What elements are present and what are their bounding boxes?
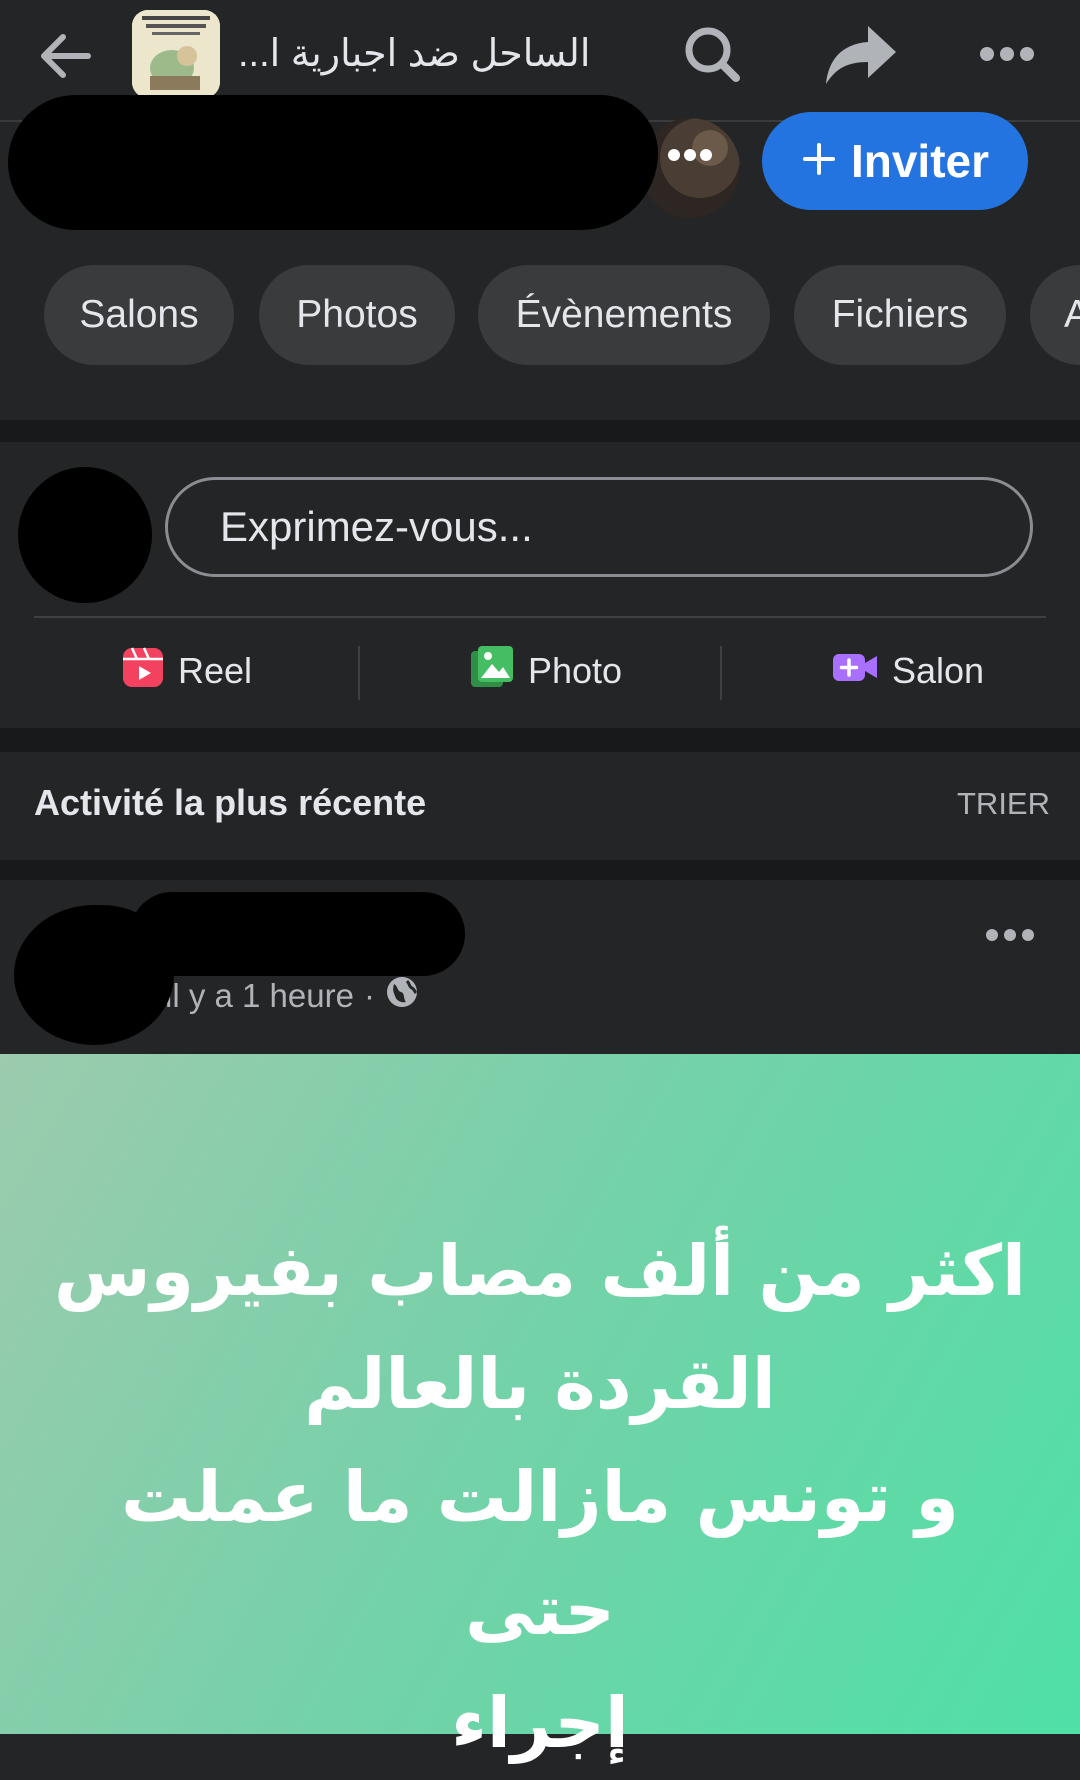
photo-button[interactable]: Photo	[470, 640, 622, 702]
video-room-icon	[832, 650, 878, 692]
section-separator	[0, 420, 1080, 442]
section-separator	[0, 728, 1080, 752]
invite-button[interactable]: Inviter	[762, 112, 1028, 210]
post-meta: il y a 1 heure ·	[165, 975, 419, 1017]
salon-button[interactable]: Salon	[832, 640, 984, 702]
tab-salons[interactable]: Salons	[44, 265, 234, 365]
meta-separator: ·	[363, 977, 375, 1014]
photo-label: Photo	[528, 650, 623, 691]
more-members-icon[interactable]	[660, 135, 720, 175]
section-separator	[0, 860, 1080, 880]
action-divider	[358, 646, 360, 700]
tab-files[interactable]: Fichiers	[794, 265, 1006, 365]
photo-icon	[470, 645, 514, 698]
back-arrow-icon[interactable]	[30, 20, 102, 92]
redacted-member-names	[8, 95, 658, 230]
group-title[interactable]: الساحل ضد اجبارية ا...	[238, 24, 638, 84]
redacted-user-avatar	[18, 467, 152, 603]
salon-label: Salon	[892, 650, 985, 691]
plus-icon	[801, 134, 837, 188]
reel-label: Reel	[178, 650, 253, 691]
search-icon[interactable]	[676, 18, 748, 90]
reel-button[interactable]: Reel	[122, 640, 252, 702]
action-divider	[720, 646, 722, 700]
tab-photos[interactable]: Photos	[259, 265, 455, 365]
tab-events[interactable]: Évènements	[478, 265, 770, 365]
group-cover-thumbnail[interactable]	[132, 10, 220, 98]
post-more-icon[interactable]	[975, 915, 1045, 955]
globe-icon	[385, 975, 419, 1017]
reel-icon	[122, 645, 164, 698]
post-text: اكثر من ألف مصاب بفيروس القردة بالعالم و…	[53, 1230, 1027, 1764]
invite-label: Inviter	[850, 135, 990, 187]
post-time[interactable]: il y a 1 heure	[165, 977, 354, 1015]
tab-more-partial[interactable]: A	[1030, 265, 1080, 365]
more-horizontal-icon[interactable]	[970, 18, 1060, 90]
composer-divider	[34, 616, 1046, 618]
redacted-author-name	[130, 892, 465, 976]
feed-title: Activité la plus récente	[34, 782, 427, 823]
sort-button[interactable]: TRIER	[940, 786, 1050, 822]
post-composer-input[interactable]: Exprimez-vous...	[165, 477, 1033, 577]
share-arrow-icon[interactable]	[820, 18, 900, 90]
